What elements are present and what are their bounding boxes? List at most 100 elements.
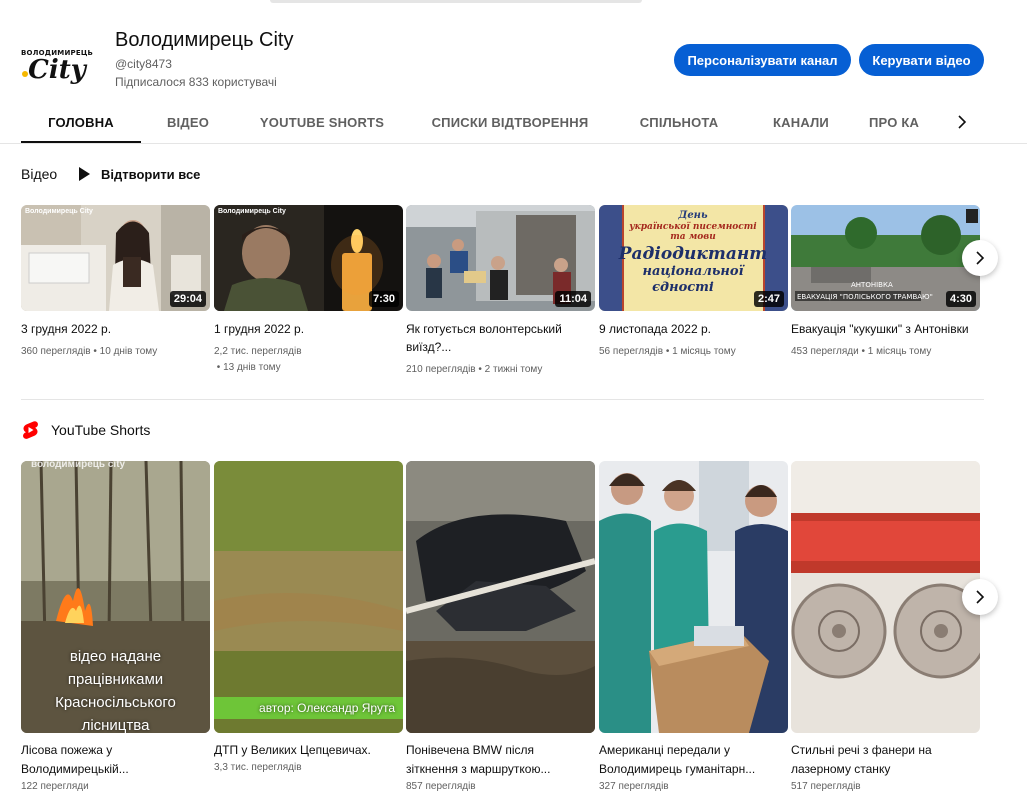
thumb-text-line: та мови: [670, 232, 716, 242]
video-title[interactable]: 9 листопада 2022 р.: [599, 320, 779, 338]
short-views: 3,3 тис. переглядів: [214, 762, 302, 773]
video-duration: 29:04: [169, 291, 206, 307]
video-card[interactable]: День української писемності та мови Раді…: [599, 205, 788, 360]
play-all-button[interactable]: Відтворити все: [78, 164, 200, 184]
overlay-line: працівниками: [67, 671, 164, 688]
tabs-divider: [0, 143, 1027, 144]
shelf-divider: [21, 399, 984, 400]
video-thumbnail[interactable]: 11:04: [406, 205, 595, 311]
tab-channels[interactable]: Канали: [759, 101, 843, 143]
tab-home[interactable]: Головна: [21, 101, 141, 143]
short-thumbnail[interactable]: [791, 461, 980, 733]
short-title[interactable]: Американці передали у Володимирець гуман…: [599, 741, 779, 779]
tab-playlists[interactable]: Списки відтворення: [419, 101, 601, 143]
video-duration: 11:04: [555, 291, 591, 307]
video-title[interactable]: Як готується волонтерський виїзд?...: [406, 320, 586, 356]
short-thumbnail[interactable]: [599, 461, 788, 733]
short-card[interactable]: володимирець city відео надане працівник…: [21, 461, 210, 792]
thumb-text-line: АНТОНІВКА: [851, 281, 893, 289]
video-card[interactable]: АНТОНІВКА ЕВАКУАЦІЯ "ПОЛІСЬКОГО ТРАМВАЮ"…: [791, 205, 980, 360]
short-card[interactable]: Американці передали у Володимирець гуман…: [599, 461, 788, 792]
video-views: 2,2 тис. переглядів: [214, 346, 302, 357]
short-views: 517 переглядів: [791, 781, 861, 792]
video-age: 10 днів тому: [99, 346, 158, 357]
thumbnail-image: [599, 461, 788, 733]
video-card[interactable]: Володимирець City 29:04 3 грудня 2022 р.…: [21, 205, 210, 360]
video-meta: 453 перегляди • 1 місяць тому: [791, 346, 932, 357]
tab-shorts[interactable]: YouTube Shorts: [249, 101, 395, 143]
tab-about[interactable]: Про ка: [869, 101, 951, 143]
video-thumbnail[interactable]: Володимирець City 29:04: [21, 205, 210, 311]
thumb-text-line: української писемності: [628, 221, 757, 232]
video-thumbnail[interactable]: День української писемності та мови Раді…: [599, 205, 788, 311]
short-views: 857 переглядів: [406, 781, 476, 792]
short-title[interactable]: Стильні речі з фанери на лазерному станк…: [791, 741, 971, 779]
short-thumbnail[interactable]: [406, 461, 595, 733]
channel-title: Володимирець City: [115, 29, 294, 51]
video-thumbnail[interactable]: Володимирець City 7:30: [214, 205, 403, 311]
channel-avatar[interactable]: ВОЛОДИМИРЕЦЬ City: [21, 30, 93, 102]
play-all-label: Відтворити все: [101, 166, 201, 182]
short-thumbnail[interactable]: володимирець city відео надане працівник…: [21, 461, 210, 733]
manage-videos-button[interactable]: Керувати відео: [859, 44, 984, 76]
video-age: 1 місяць тому: [672, 346, 736, 357]
tab-videos[interactable]: Відео: [149, 101, 227, 143]
video-watermark: Володимирець City: [25, 208, 93, 215]
video-card[interactable]: Володимирець City 7:30 1 грудня 2022 р. …: [214, 205, 403, 376]
overlay-line: Красносільського: [55, 694, 176, 711]
short-thumbnail[interactable]: автор: Олександр Ярута: [214, 461, 403, 733]
short-overlay-text: відео надане працівниками Красносільсько…: [21, 645, 210, 733]
video-title[interactable]: Евакуація "кукушки" з Антонівки: [791, 320, 971, 338]
customize-channel-button[interactable]: Персоналізувати канал: [674, 44, 851, 76]
short-title[interactable]: ДТП у Великих Цепцевичах.: [214, 741, 394, 760]
tabs-scroll-right-button[interactable]: [951, 111, 973, 133]
short-watermark: володимирець city: [31, 461, 126, 470]
short-views: 122 перегляди: [21, 781, 89, 792]
thumb-text-line: Радіодиктант: [618, 244, 767, 264]
videos-next-button[interactable]: [962, 240, 998, 276]
video-meta: 2,2 тис. переглядів • 13 днів тому: [214, 346, 302, 373]
videos-shelf-title: Відео: [21, 166, 58, 182]
short-title[interactable]: Понівечена BMW після зіткнення з маршрут…: [406, 741, 586, 779]
overlay-line: лісництва: [81, 717, 150, 733]
video-duration: 7:30: [368, 291, 399, 307]
short-card[interactable]: Стильні речі з фанери на лазерному станк…: [791, 461, 980, 792]
channel-header: ВОЛОДИМИРЕЦЬ City Володимирець City @cit…: [21, 22, 1006, 102]
thumbnail-image: [791, 461, 980, 733]
thumb-text-line: ЕВАКУАЦІЯ "ПОЛІСЬКОГО ТРАМВАЮ": [797, 293, 933, 301]
youtube-shorts-icon: [23, 421, 38, 439]
video-duration: 2:47: [753, 291, 784, 307]
shorts-next-button[interactable]: [962, 579, 998, 615]
shorts-shelf-header: YouTube Shorts: [21, 420, 150, 440]
shorts-shelf-title: YouTube Shorts: [51, 422, 151, 438]
short-title[interactable]: Лісова пожежа у Володимирецькій...: [21, 741, 201, 779]
channel-handle: @city8473: [115, 57, 172, 71]
short-card[interactable]: Понівечена BMW після зіткнення з маршрут…: [406, 461, 595, 792]
video-views: 56 переглядів: [599, 346, 664, 357]
video-views: 210 переглядів: [406, 364, 476, 375]
chevron-right-icon: [958, 115, 967, 129]
thumb-text-line: національної: [642, 264, 745, 279]
subscriber-count: Підписалося 833 користувачі: [115, 75, 277, 89]
video-card[interactable]: 11:04 Як готується волонтерський виїзд?.…: [406, 205, 595, 378]
video-duration: 4:30: [945, 291, 976, 307]
video-meta: 360 переглядів • 10 днів тому: [21, 346, 158, 357]
thumb-text-line: День: [677, 210, 708, 221]
video-meta: 56 переглядів • 1 місяць тому: [599, 346, 736, 357]
play-icon: [79, 167, 90, 181]
thumb-text-line: єдності: [652, 280, 714, 295]
video-views: 453 перегляди: [791, 346, 859, 357]
thumbnail-image: [406, 461, 595, 733]
overlay-line: відео надане: [69, 648, 162, 665]
video-age: 13 днів тому: [223, 362, 281, 373]
tab-community[interactable]: Спільнота: [623, 101, 735, 143]
video-title[interactable]: 3 грудня 2022 р.: [21, 320, 201, 338]
short-card[interactable]: автор: Олександр Ярута ДТП у Великих Цеп…: [214, 461, 403, 773]
short-views: 327 переглядів: [599, 781, 669, 792]
video-meta: 210 переглядів • 2 тижні тому: [406, 364, 543, 375]
thumbnail-image: [214, 461, 403, 733]
video-thumbnail[interactable]: АНТОНІВКА ЕВАКУАЦІЯ "ПОЛІСЬКОГО ТРАМВАЮ"…: [791, 205, 980, 311]
video-title[interactable]: 1 грудня 2022 р.: [214, 320, 394, 338]
video-watermark: Володимирець City: [218, 208, 286, 215]
video-age: 2 тижні тому: [484, 364, 543, 375]
